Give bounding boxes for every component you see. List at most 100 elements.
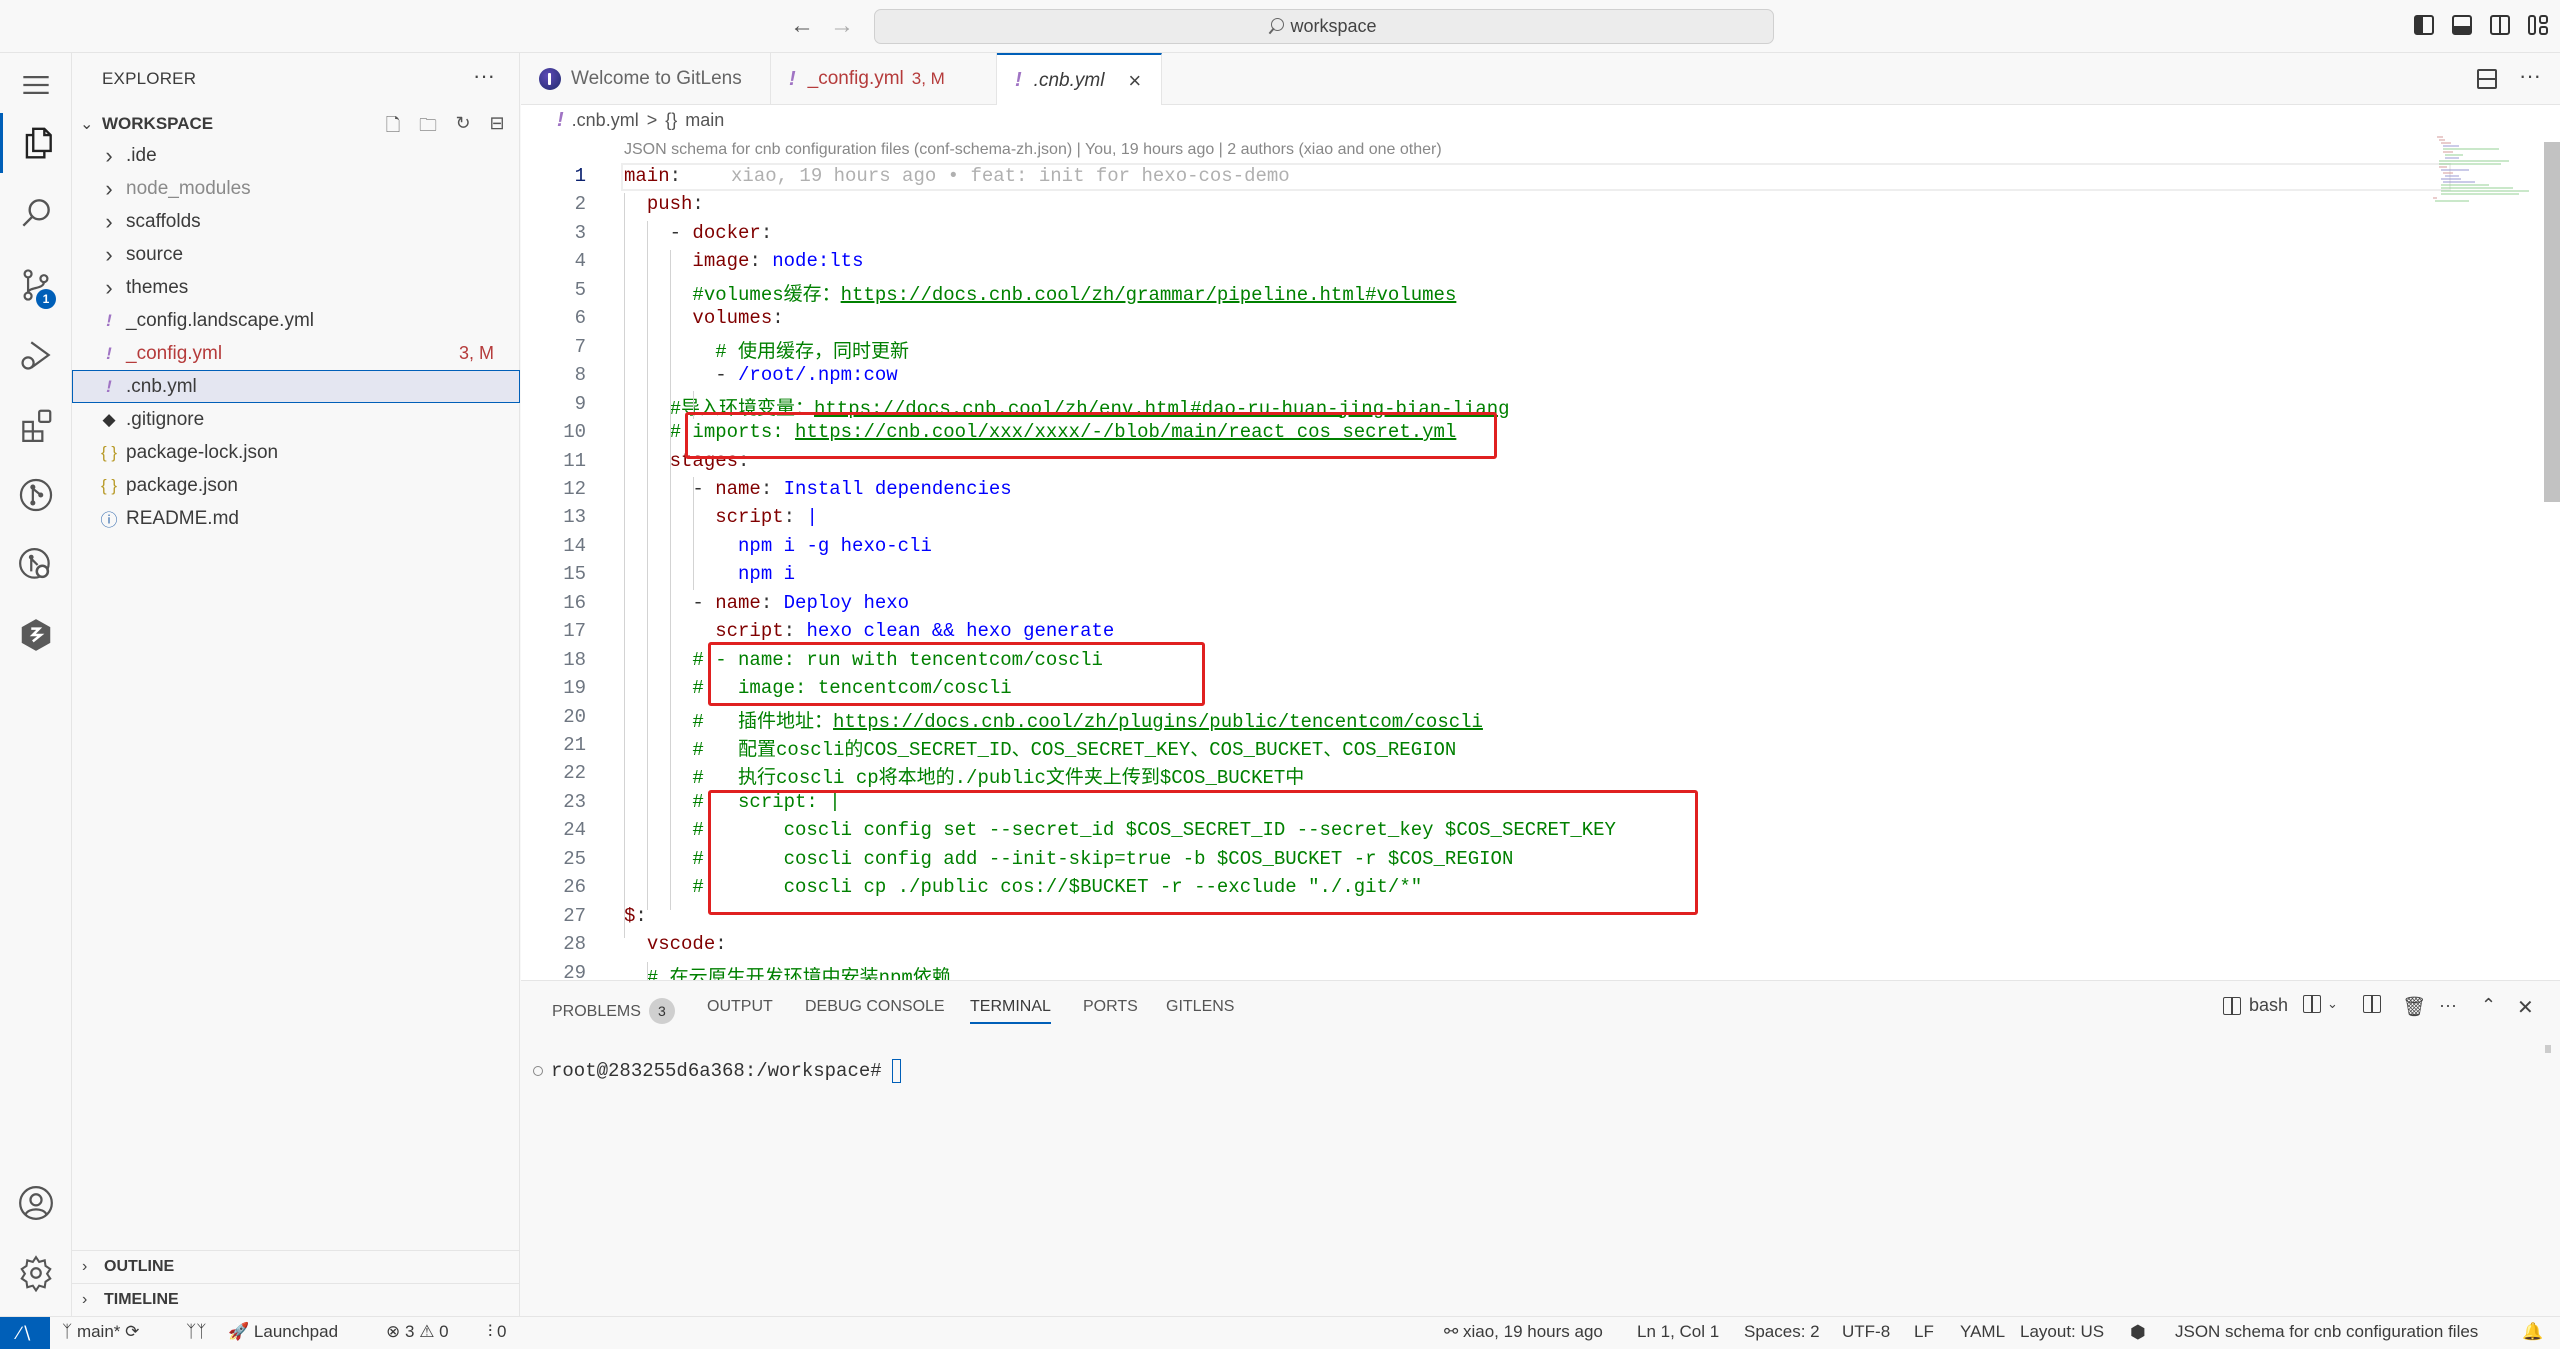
cursor-position[interactable]: Ln 1, Col 1 — [1637, 1322, 1719, 1342]
close-icon[interactable]: × — [1128, 68, 1141, 94]
panel-tab-gitlens[interactable]: GITLENS — [1166, 998, 1234, 1016]
workspace-section-header[interactable]: ⌄ WORKSPACE 🗋 🗀 ↻ ⊟ — [72, 109, 520, 139]
editor-more-icon[interactable]: ··· — [2519, 63, 2541, 89]
line-number: 6 — [574, 307, 586, 330]
remote-button[interactable]: ∕∖ — [0, 1317, 50, 1349]
file-tree-item[interactable]: › scaffolds — [72, 205, 520, 238]
file-tree-item[interactable]: { } package-lock.json — [72, 436, 520, 469]
toggle-secondary-sidebar-icon[interactable] — [2490, 15, 2510, 35]
file-tree-item[interactable]: › themes — [72, 271, 520, 304]
activity-gitlens-inspect[interactable] — [0, 535, 72, 595]
code-line[interactable]: # 使用缓存，同时更新 — [624, 336, 909, 363]
encoding-status[interactable]: UTF-8 — [1842, 1322, 1890, 1342]
schema-icon[interactable]: ⬢ — [2130, 1322, 2146, 1343]
new-folder-icon[interactable]: 🗀 — [417, 113, 439, 135]
launchpad-status[interactable]: 🚀 Launchpad — [228, 1322, 338, 1342]
problems-status[interactable]: ⊗ 3 ⚠ 0 — [386, 1322, 449, 1342]
eol-status[interactable]: LF — [1914, 1322, 1934, 1342]
outline-section[interactable]: › OUTLINE — [72, 1250, 520, 1282]
new-terminal-dropdown[interactable]: ⌄ — [2303, 995, 2338, 1013]
code-link[interactable]: https://docs.cnb.cool/zh/plugins/public/… — [833, 711, 1483, 733]
forward-button[interactable]: → — [830, 12, 854, 40]
file-tree-item[interactable]: › source — [72, 238, 520, 271]
editor-scrollbar[interactable] — [2544, 142, 2560, 502]
code-editor[interactable]: ! .cnb.yml > {} main JSON schema for cnb… — [521, 105, 2560, 990]
customize-layout-icon[interactable] — [2528, 15, 2550, 37]
code-line[interactable]: image: node:lts — [624, 250, 863, 272]
terminal-instance-bash[interactable]: bash — [2223, 995, 2288, 1016]
panel-tab-problems[interactable]: PROBLEMS 3 — [552, 998, 675, 1024]
notifications-icon[interactable]: 🔔 — [2522, 1322, 2543, 1342]
panel-tab-ports[interactable]: PORTS — [1083, 998, 1138, 1016]
code-link[interactable]: https://docs.cnb.cool/zh/grammar/pipelin… — [841, 284, 1457, 306]
close-panel-icon[interactable]: ✕ — [2517, 995, 2534, 1020]
json-schema-status[interactable]: JSON schema for cnb configuration files — [2175, 1322, 2478, 1342]
file-tree-item[interactable]: › .ide — [72, 139, 520, 172]
tab-welcome-gitlens[interactable]: Welcome to GitLens — [521, 53, 771, 105]
file-tree-item[interactable]: { } package.json — [72, 469, 520, 502]
codelens[interactable]: JSON schema for cnb configuration files … — [624, 141, 1442, 159]
activity-search[interactable] — [0, 183, 72, 243]
toggle-panel-icon[interactable] — [2452, 15, 2472, 35]
activity-cnb[interactable] — [0, 605, 72, 665]
command-center-search[interactable]: workspace — [874, 9, 1774, 44]
indentation-status[interactable]: Spaces: 2 — [1744, 1322, 1820, 1342]
tab-cnb-yml[interactable]: ! .cnb.yml × — [997, 53, 1162, 106]
activity-accounts[interactable] — [0, 1173, 72, 1233]
language-mode[interactable]: YAML — [1960, 1322, 2005, 1342]
file-tree-item[interactable]: › node_modules — [72, 172, 520, 205]
breadcrumb-file[interactable]: .cnb.yml — [572, 110, 639, 131]
blame-status[interactable]: ⚯ xiao, 19 hours ago — [1444, 1322, 1603, 1342]
activity-explorer[interactable] — [0, 113, 72, 173]
refresh-icon[interactable]: ↻ — [452, 113, 474, 135]
split-editor-icon[interactable] — [2477, 69, 2497, 89]
activity-extensions[interactable] — [0, 395, 72, 455]
activity-manage[interactable] — [0, 1243, 72, 1303]
split-icon[interactable] — [2363, 995, 2381, 1013]
panel-tab-debug-console[interactable]: DEBUG CONSOLE — [805, 998, 945, 1016]
code-line[interactable]: # 配置coscli的COS_SECRET_ID、COS_SECRET_KEY、… — [624, 734, 1456, 761]
code-line[interactable]: #volumes缓存：https://docs.cnb.cool/zh/gram… — [624, 279, 1456, 306]
code-line[interactable]: $: — [624, 905, 647, 927]
git-graph-icon[interactable]: ᛉᛉ — [186, 1322, 206, 1342]
more-icon[interactable]: ··· — [2439, 995, 2457, 1016]
file-tree-item[interactable]: ! _config.landscape.yml — [72, 304, 520, 337]
code-line[interactable]: # 插件地址：https://docs.cnb.cool/zh/plugins/… — [624, 706, 1483, 733]
toggle-primary-sidebar-icon[interactable] — [2414, 15, 2434, 35]
file-tree-item[interactable]: ◆ .gitignore — [72, 403, 520, 436]
collapse-all-icon[interactable]: ⊟ — [486, 113, 508, 135]
code-line[interactable]: - /root/.npm:cow — [624, 364, 897, 386]
branch-status[interactable]: ᛉ main* ⟳ — [62, 1322, 139, 1342]
code-line[interactable]: script: hexo clean && hexo generate — [624, 620, 1114, 642]
minimap[interactable] — [2429, 135, 2534, 205]
code-line[interactable]: vscode: — [624, 933, 727, 955]
code-line[interactable]: script: | — [624, 506, 818, 528]
code-line[interactable]: push: — [624, 193, 704, 215]
file-tree-item[interactable]: ⓘ README.md — [72, 502, 520, 535]
trash-icon[interactable]: 🗑 — [2402, 995, 2426, 1019]
keyboard-layout[interactable]: Layout: US — [2020, 1322, 2104, 1342]
code-line[interactable]: - name: Install dependencies — [624, 478, 1011, 500]
code-line[interactable]: # 执行coscli cp将本地的./public文件夹上传到$COS_BUCK… — [624, 762, 1304, 789]
activity-run-debug[interactable] — [0, 325, 72, 385]
timeline-section[interactable]: › TIMELINE — [72, 1283, 520, 1315]
panel-tab-output[interactable]: OUTPUT — [707, 998, 773, 1016]
activity-source-control[interactable]: 1 — [0, 255, 72, 315]
new-file-icon[interactable]: 🗋 — [382, 113, 404, 135]
file-tree-item[interactable]: ! .cnb.yml — [72, 370, 520, 403]
tab-config-yml[interactable]: ! _config.yml 3, M — [771, 53, 997, 105]
code-line[interactable]: npm i — [624, 563, 795, 585]
code-line[interactable]: main: xiao, 19 hours ago • feat: init for… — [624, 165, 1290, 187]
back-button[interactable]: ← — [790, 12, 814, 40]
ports-status[interactable]: ⫶ 0 — [488, 1322, 506, 1342]
panel-tab-terminal[interactable]: TERMINAL — [970, 998, 1051, 1024]
menu-button[interactable] — [0, 55, 72, 115]
file-tree-item[interactable]: ! _config.yml 3, M — [72, 337, 520, 370]
terminal-scrollbar[interactable] — [2545, 1045, 2551, 1053]
activity-gitlens[interactable] — [0, 465, 72, 525]
breadcrumb-symbol[interactable]: main — [685, 110, 724, 131]
terminal[interactable]: root@283255d6a368:/workspace# — [533, 1059, 901, 1083]
maximize-icon[interactable]: ⌃ — [2481, 995, 2496, 1016]
sidebar-more-button[interactable]: ··· — [473, 63, 495, 89]
code-line[interactable]: - name: Deploy hexo — [624, 592, 909, 614]
